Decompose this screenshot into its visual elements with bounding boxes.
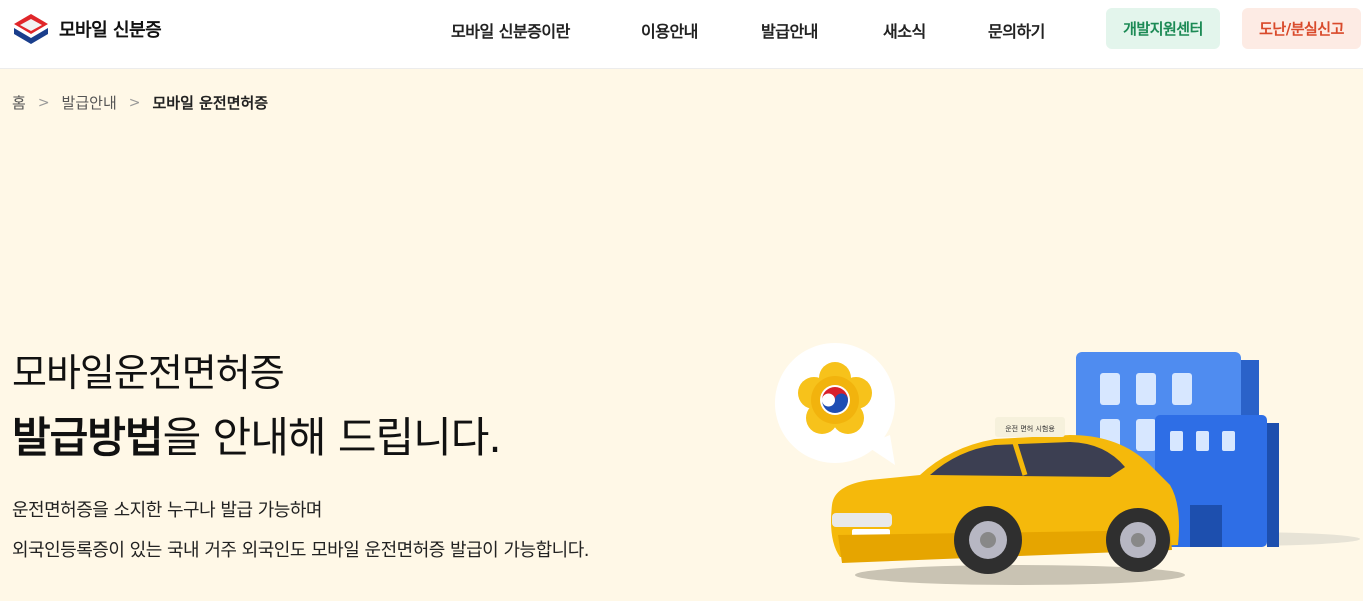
site-header: 모바일 신분증 모바일 신분증이란 이용안내 발급안내 새소식 문의하기 개발지… xyxy=(0,0,1363,69)
logo[interactable]: 모바일 신분증 xyxy=(12,12,162,46)
taxi-building-illustration: 운전 면허 시험용 xyxy=(774,343,1360,585)
taxi-sign-text: 운전 면허 시험용 xyxy=(1005,424,1055,433)
subtitle-bold: 발급방법 xyxy=(12,413,164,462)
description-line-2: 외국인등록증이 있는 국내 거주 외국인도 모바일 운전면허증 발급이 가능합니… xyxy=(12,540,589,561)
mobile-id-logo-icon xyxy=(14,14,48,44)
nav-item-issuance[interactable]: 발급안내 xyxy=(761,18,818,42)
breadcrumb-separator: > xyxy=(37,94,50,111)
nav-item-usage[interactable]: 이용안내 xyxy=(641,18,698,42)
subtitle-rest: 을 안내해 드립니다. xyxy=(162,413,502,462)
nav-item-about[interactable]: 모바일 신분증이란 xyxy=(451,18,570,42)
nav-item-inquiry[interactable]: 문의하기 xyxy=(988,18,1045,42)
page-title: 모바일운전면허증 xyxy=(12,351,285,395)
breadcrumb-separator: > xyxy=(128,94,141,111)
breadcrumb-current: 모바일 운전면허증 xyxy=(152,94,269,112)
nav-item-news[interactable]: 새소식 xyxy=(883,18,926,42)
page-subtitle: 발급방법을 안내해 드립니다. xyxy=(12,404,502,465)
logo-text: 모바일 신분증 xyxy=(59,20,162,41)
lost-report-button[interactable]: 도난/분실신고 xyxy=(1242,8,1361,49)
breadcrumb-home[interactable]: 홈 xyxy=(12,92,26,113)
description-line-1: 운전면허증을 소지한 누구나 발급 가능하며 xyxy=(12,500,322,521)
dev-center-button[interactable]: 개발지원센터 xyxy=(1106,8,1220,49)
breadcrumb-issuance[interactable]: 발급안내 xyxy=(62,92,117,113)
breadcrumb: 홈 > 발급안내 > 모바일 운전면허증 xyxy=(12,92,268,113)
